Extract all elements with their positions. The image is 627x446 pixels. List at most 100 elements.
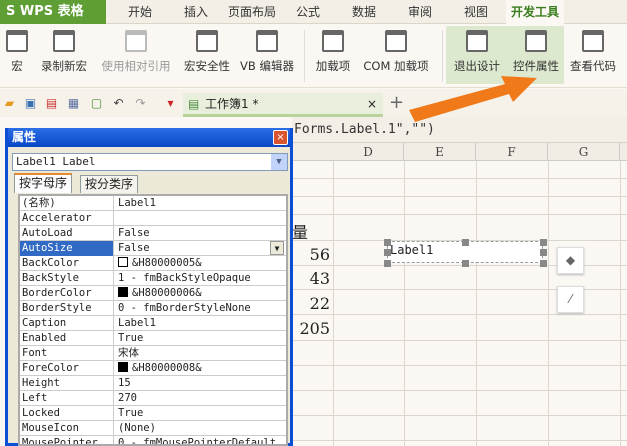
property-value[interactable]: True bbox=[115, 406, 286, 421]
ribbon-label: 查看代码 bbox=[570, 59, 616, 73]
ribbon-label: 宏 bbox=[11, 59, 23, 73]
property-value[interactable]: 1 - fmBackStyleOpaque bbox=[115, 271, 286, 286]
property-row[interactable]: AutoSize False ▼ bbox=[20, 241, 286, 256]
resize-handle[interactable] bbox=[540, 239, 547, 246]
ribbon-button[interactable]: 宏安全性 bbox=[178, 26, 236, 84]
chevron-down-icon[interactable]: ▼ bbox=[271, 154, 287, 170]
tab-menu[interactable]: 插入 bbox=[170, 0, 222, 24]
ribbon-button[interactable]: 加载项 bbox=[308, 26, 358, 84]
tab-menu[interactable]: 公式 bbox=[282, 0, 334, 24]
tab-menu[interactable]: 开发工具 bbox=[506, 0, 564, 24]
property-row[interactable]: Caption Label1 bbox=[20, 316, 286, 331]
chevron-down-icon[interactable]: ▼ bbox=[270, 241, 284, 255]
gridline bbox=[292, 178, 627, 179]
property-row[interactable]: BackStyle 1 - fmBackStyleOpaque bbox=[20, 271, 286, 286]
property-value[interactable]: True bbox=[115, 331, 286, 346]
property-value[interactable]: 0 - fmBorderStyleNone bbox=[115, 301, 286, 316]
resize-handle[interactable] bbox=[462, 260, 469, 267]
property-name: BackColor bbox=[20, 256, 114, 271]
column-header-F[interactable]: F bbox=[476, 143, 548, 161]
ribbon-button[interactable]: 使用相对引用 bbox=[94, 26, 178, 84]
customize-icon[interactable]: ▾ bbox=[164, 97, 177, 110]
property-value[interactable]: False bbox=[115, 226, 286, 241]
tab-categorized[interactable]: 按分类序 bbox=[80, 175, 139, 193]
cell-value[interactable]: 56 bbox=[292, 245, 330, 264]
tab-menu[interactable]: 审阅 bbox=[394, 0, 446, 24]
tab-menu[interactable]: 开始 bbox=[114, 0, 166, 24]
ribbon-button[interactable]: 查看代码 bbox=[564, 26, 622, 84]
ribbon-button[interactable]: VB 编辑器 bbox=[236, 26, 298, 84]
property-value[interactable]: 270 bbox=[115, 391, 286, 406]
property-value[interactable]: &H80000008& bbox=[115, 361, 286, 376]
gridline bbox=[476, 161, 477, 446]
resize-handle[interactable] bbox=[462, 239, 469, 246]
cell-value[interactable]: 22 bbox=[292, 294, 330, 313]
object-select-value: Label1 Label bbox=[16, 155, 96, 168]
property-row[interactable]: Left 270 bbox=[20, 391, 286, 406]
property-value[interactable]: Label1 bbox=[115, 316, 286, 331]
properties-dialog: 属性 × Label1 Label ▼ 按字母序 按分类序 (名称) Label1… bbox=[5, 128, 293, 446]
tab-workbook1[interactable]: ▤ 工作簿1 * × bbox=[183, 93, 383, 117]
property-row[interactable]: AutoLoad False bbox=[20, 226, 286, 241]
property-row[interactable]: MouseIcon (None) bbox=[20, 421, 286, 436]
tab-menu[interactable]: 数据 bbox=[338, 0, 390, 24]
export-pdf-icon[interactable]: ▤ bbox=[45, 97, 58, 110]
property-row[interactable]: BorderStyle 0 - fmBorderStyleNone bbox=[20, 301, 286, 316]
tab-menu[interactable]: 视图 bbox=[450, 0, 502, 24]
resize-handle[interactable] bbox=[384, 249, 391, 256]
fill-color-icon[interactable]: ◆ bbox=[557, 247, 584, 274]
tab-menu[interactable]: 页面布局 bbox=[226, 0, 278, 24]
property-value[interactable]: 宋体 bbox=[115, 346, 286, 361]
close-icon[interactable]: × bbox=[273, 130, 288, 145]
property-name: BorderStyle bbox=[20, 301, 114, 316]
property-row[interactable]: BackColor &H80000005& bbox=[20, 256, 286, 271]
save-icon[interactable]: ▣ bbox=[24, 97, 37, 110]
wps-app-menu[interactable]: S WPS 表格 bbox=[0, 0, 106, 24]
com-addins-icon bbox=[385, 30, 407, 52]
property-value[interactable] bbox=[115, 211, 286, 226]
undo-icon[interactable]: ↶ bbox=[112, 97, 125, 110]
document-icon: ▤ bbox=[188, 97, 200, 111]
property-value[interactable]: &H80000005& bbox=[115, 256, 286, 271]
property-value[interactable]: 0 - fmMousePointerDefault bbox=[115, 436, 286, 444]
property-name: Accelerator bbox=[20, 211, 114, 226]
ribbon-label: 录制新宏 bbox=[41, 59, 87, 73]
open-icon[interactable]: ▰ bbox=[3, 97, 16, 110]
property-name: BorderColor bbox=[20, 286, 114, 301]
property-row[interactable]: BorderColor &H80000006& bbox=[20, 286, 286, 301]
property-row[interactable]: Locked True bbox=[20, 406, 286, 421]
control-properties-icon bbox=[525, 30, 547, 52]
column-header-D[interactable]: D bbox=[333, 143, 404, 161]
property-row[interactable]: Enabled True bbox=[20, 331, 286, 346]
color-swatch bbox=[118, 287, 128, 297]
new-tab-button[interactable]: + bbox=[389, 92, 404, 113]
column-header-G[interactable]: G bbox=[548, 143, 620, 161]
property-value[interactable]: Label1 bbox=[115, 196, 286, 211]
resize-handle[interactable] bbox=[540, 260, 547, 267]
property-row[interactable]: (名称) Label1 bbox=[20, 196, 286, 211]
close-tab-button[interactable]: × bbox=[367, 93, 377, 115]
resize-handle[interactable] bbox=[384, 260, 391, 267]
property-value[interactable]: (None) bbox=[115, 421, 286, 436]
ribbon-button[interactable]: 宏 bbox=[0, 26, 34, 84]
cell-value[interactable]: 205 bbox=[292, 319, 330, 338]
resize-handle[interactable] bbox=[540, 249, 547, 256]
print-preview-icon[interactable]: ▢ bbox=[90, 97, 103, 110]
object-select[interactable]: Label1 Label ▼ bbox=[12, 153, 288, 171]
property-value[interactable]: False ▼ bbox=[115, 241, 286, 256]
print-icon[interactable]: ▦ bbox=[67, 97, 80, 110]
property-value[interactable]: &H80000006& bbox=[115, 286, 286, 301]
ribbon-button[interactable]: 录制新宏 bbox=[34, 26, 94, 84]
property-row[interactable]: Height 15 bbox=[20, 376, 286, 391]
property-row[interactable]: ForeColor &H80000008& bbox=[20, 361, 286, 376]
redo-icon[interactable]: ↷ bbox=[134, 97, 147, 110]
column-header-E[interactable]: E bbox=[404, 143, 476, 161]
resize-handle[interactable] bbox=[384, 239, 391, 246]
tab-alphabetic[interactable]: 按字母序 bbox=[14, 173, 73, 193]
cell-value[interactable]: 43 bbox=[292, 269, 330, 288]
property-value[interactable]: 15 bbox=[115, 376, 286, 391]
property-row[interactable]: Accelerator bbox=[20, 211, 286, 226]
property-row[interactable]: MousePointer 0 - fmMousePointerDefault bbox=[20, 436, 286, 444]
property-row[interactable]: Font 宋体 bbox=[20, 346, 286, 361]
line-style-icon[interactable]: ⁄ bbox=[557, 286, 584, 313]
